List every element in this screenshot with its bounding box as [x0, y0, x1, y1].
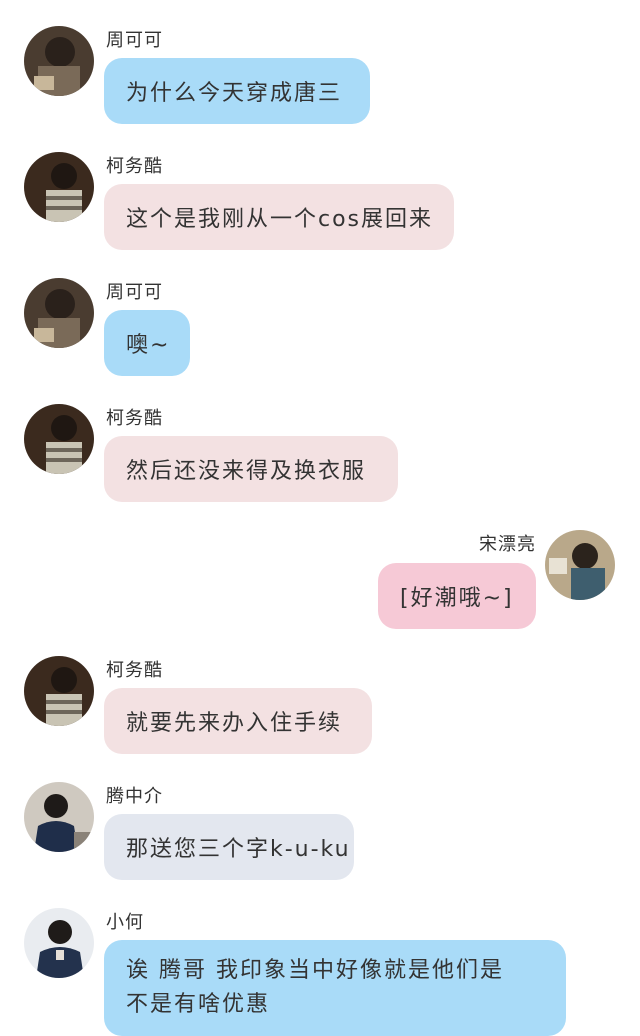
- message-text-line: 不是有啥优惠: [126, 992, 271, 1017]
- sender-name: 周可可: [106, 30, 163, 51]
- sender-name: 柯务酷: [106, 660, 163, 681]
- avatar-song-pl[interactable]: [545, 530, 615, 600]
- message-bubble[interactable]: 为什么今天穿成唐三: [104, 58, 370, 124]
- avatar-ke-wu-ku[interactable]: [24, 404, 94, 474]
- message-bubble[interactable]: 就要先来办入住手续: [104, 688, 372, 754]
- avatar-xiao-he[interactable]: [24, 908, 94, 978]
- avatar-teng-zj[interactable]: [24, 782, 94, 852]
- sender-name: 宋漂亮: [479, 534, 536, 555]
- message-bubble[interactable]: [好潮哦~]: [378, 563, 536, 629]
- message-bubble[interactable]: 噢~: [104, 310, 190, 376]
- message-bubble[interactable]: 诶 腾哥 我印象当中好像就是他们是 不是有啥优惠: [104, 940, 566, 1036]
- sender-name: 小何: [106, 912, 144, 933]
- message-text-line: 诶 腾哥 我印象当中好像就是他们是: [126, 958, 504, 983]
- sender-name: 腾中介: [106, 786, 163, 807]
- message-bubble[interactable]: 这个是我刚从一个cos展回来: [104, 184, 454, 250]
- message-bubble[interactable]: 那送您三个字k-u-ku: [104, 814, 354, 880]
- avatar-ke-wu-ku[interactable]: [24, 152, 94, 222]
- sender-name: 柯务酷: [106, 156, 163, 177]
- avatar-ke-wu-ku[interactable]: [24, 656, 94, 726]
- avatar-zhou-kk[interactable]: [24, 26, 94, 96]
- sender-name: 周可可: [106, 282, 163, 303]
- sender-name: 柯务酷: [106, 408, 163, 429]
- chat-area: 周可可 为什么今天穿成唐三 柯务酷 这个是我刚从一个cos展回来 周可可 噢~ …: [0, 0, 640, 1036]
- avatar-zhou-kk[interactable]: [24, 278, 94, 348]
- message-bubble[interactable]: 然后还没来得及换衣服: [104, 436, 398, 502]
